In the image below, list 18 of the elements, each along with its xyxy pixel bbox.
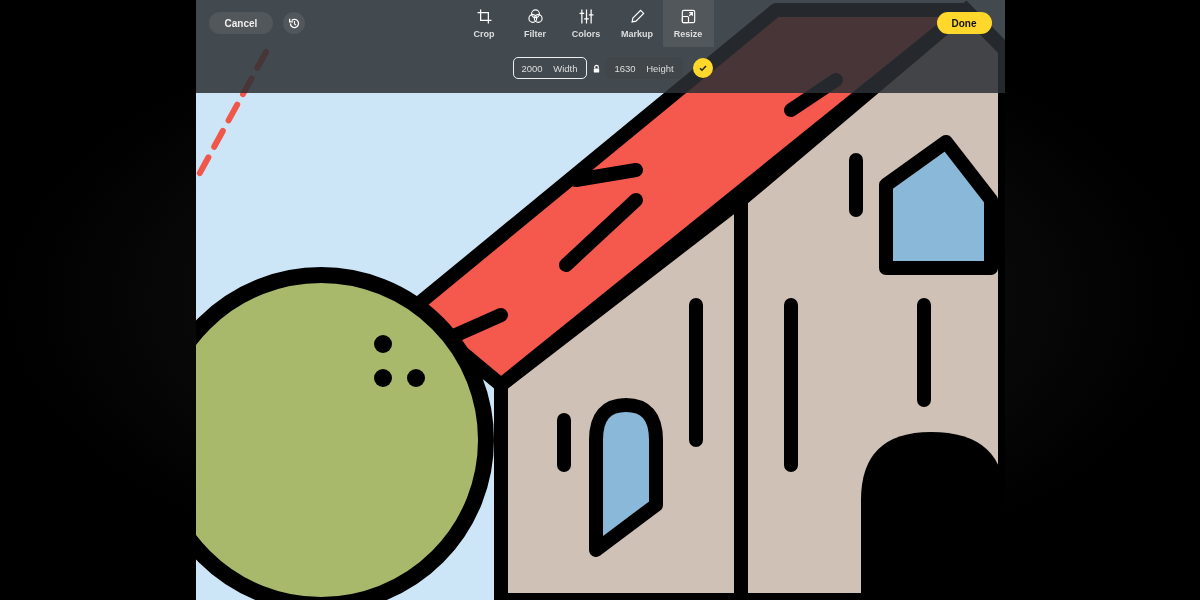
markup-icon	[628, 8, 646, 25]
tool-tab[interactable]: Filter	[509, 0, 561, 47]
checkmark-icon	[697, 63, 708, 73]
history-icon[interactable]	[283, 12, 306, 34]
confirm-button[interactable]	[692, 58, 713, 78]
done-button[interactable]: Done	[936, 12, 992, 34]
tool-tab[interactable]: Colors	[560, 0, 612, 47]
size-field[interactable]: 2000 Width	[512, 57, 587, 79]
lock-icon[interactable]	[591, 63, 601, 73]
tool-tab[interactable]: Crop	[458, 0, 510, 47]
tool-tab[interactable]: Resize	[662, 0, 714, 47]
filter-icon	[526, 8, 544, 25]
colors-icon	[577, 8, 595, 25]
size-field[interactable]: 1630 Height	[605, 57, 683, 79]
tool-tab[interactable]: Markup	[611, 0, 663, 47]
resize-icon	[679, 8, 697, 25]
crop-icon	[475, 8, 493, 25]
cancel-button[interactable]: Cancel	[208, 12, 274, 34]
